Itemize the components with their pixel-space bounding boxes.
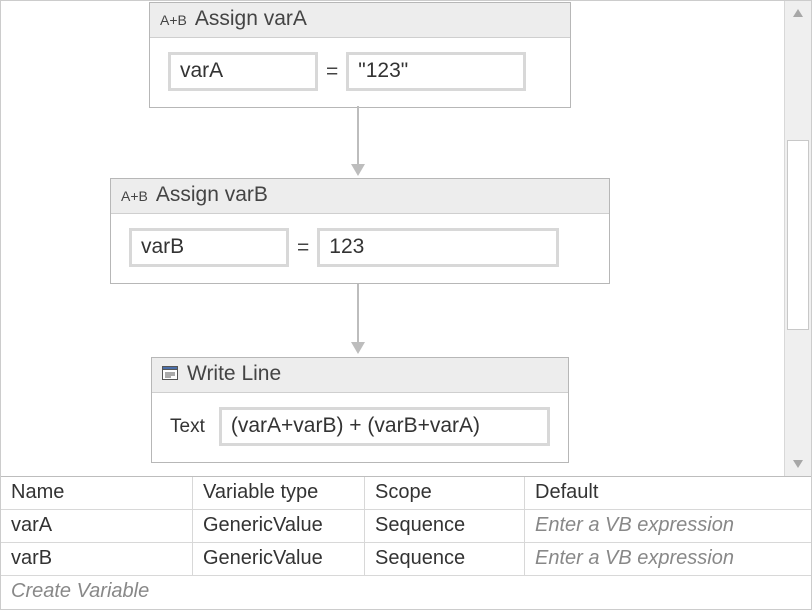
activity-title: Write Line — [187, 362, 281, 386]
col-header-name[interactable]: Name — [1, 477, 193, 509]
variables-header-row: Name Variable type Scope Default — [1, 477, 811, 510]
assign-icon: A+B — [121, 186, 148, 204]
scrollbar-track[interactable] — [785, 25, 811, 452]
col-header-scope[interactable]: Scope — [365, 477, 525, 509]
variable-scope-cell[interactable]: Sequence — [365, 543, 525, 575]
scroll-up-button[interactable] — [785, 1, 811, 25]
vertical-scrollbar[interactable] — [784, 1, 811, 476]
assign-vara-activity[interactable]: A+B Assign varA varA = "123" — [149, 2, 571, 108]
assign-to-input[interactable]: varB — [129, 228, 289, 267]
variable-default-cell[interactable]: Enter a VB expression — [525, 543, 811, 575]
variable-row[interactable]: varB GenericValue Sequence Enter a VB ex… — [1, 543, 811, 576]
equals-sign: = — [326, 60, 338, 84]
scrollbar-thumb[interactable] — [787, 140, 809, 330]
write-line-activity[interactable]: Write Line Text (varA+varB) + (varB+varA… — [151, 357, 569, 463]
assign-varb-activity[interactable]: A+B Assign varB varB = 123 — [110, 178, 610, 284]
variable-name-cell[interactable]: varB — [1, 543, 193, 575]
activity-header[interactable]: A+B Assign varA — [150, 3, 570, 38]
designer-canvas[interactable]: A+B Assign varA varA = "123" — [1, 1, 784, 476]
variables-panel: Name Variable type Scope Default varA Ge… — [1, 476, 811, 609]
workflow-designer: A+B Assign varA varA = "123" — [0, 0, 812, 610]
assign-icon: A+B — [160, 10, 187, 28]
flow-arrow — [351, 106, 365, 176]
assign-value-input[interactable]: "123" — [346, 52, 526, 91]
variable-name-cell[interactable]: varA — [1, 510, 193, 542]
write-line-icon — [162, 366, 180, 382]
col-header-type[interactable]: Variable type — [193, 477, 365, 509]
activity-title: Assign varA — [195, 7, 307, 31]
variable-scope-cell[interactable]: Sequence — [365, 510, 525, 542]
activity-body: varB = 123 — [111, 214, 609, 283]
activity-body: Text (varA+varB) + (varB+varA) — [152, 393, 568, 462]
designer-canvas-wrap: A+B Assign varA varA = "123" — [1, 1, 811, 476]
activity-body: varA = "123" — [150, 38, 570, 107]
activity-header[interactable]: A+B Assign varB — [111, 179, 609, 214]
variable-default-cell[interactable]: Enter a VB expression — [525, 510, 811, 542]
equals-sign: = — [297, 236, 309, 260]
activity-title: Assign varB — [156, 183, 268, 207]
activity-header[interactable]: Write Line — [152, 358, 568, 393]
variable-row[interactable]: varA GenericValue Sequence Enter a VB ex… — [1, 510, 811, 543]
scroll-down-button[interactable] — [785, 452, 811, 476]
flow-arrow — [351, 284, 365, 354]
assign-to-input[interactable]: varA — [168, 52, 318, 91]
write-line-text-label: Text — [170, 416, 205, 438]
col-header-default[interactable]: Default — [525, 477, 811, 509]
assign-value-input[interactable]: 123 — [317, 228, 559, 267]
variable-type-cell[interactable]: GenericValue — [193, 510, 365, 542]
variable-type-cell[interactable]: GenericValue — [193, 543, 365, 575]
write-line-text-input[interactable]: (varA+varB) + (varB+varA) — [219, 407, 550, 446]
create-variable-row[interactable]: Create Variable — [1, 576, 811, 609]
